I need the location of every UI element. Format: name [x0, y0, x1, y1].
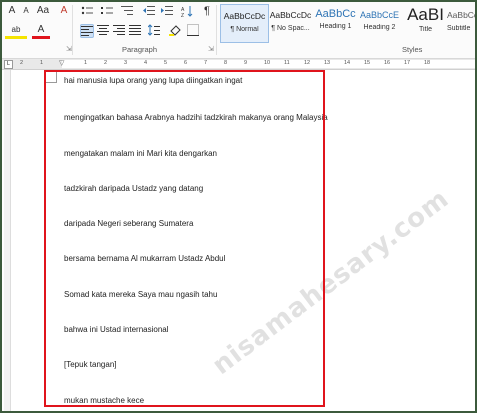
horizontal-ruler[interactable]: L ▽ 2 1 1 2 3 4 5 6 7 8 9 10 11 12 13 14… — [2, 59, 475, 70]
paragraph-dialog-launcher-icon[interactable]: ⇲ — [208, 45, 214, 53]
ruler-number: 1 — [84, 60, 88, 66]
tab-selector-icon[interactable]: L — [4, 60, 13, 69]
ruler-number: 9 — [244, 60, 248, 66]
clear-formatting-button[interactable]: A — [57, 5, 71, 19]
align-center-button[interactable] — [96, 24, 110, 38]
justify-button[interactable] — [128, 24, 142, 38]
shading-button[interactable] — [168, 24, 182, 38]
ruler-number: 2 — [104, 60, 108, 66]
ribbon-separator — [216, 5, 217, 55]
grow-font-button[interactable]: A — [5, 5, 19, 19]
ribbon: A A Aa A ab A AZ ¶ ⇲ Paragraph ⇲ AaBbCcD… — [2, 2, 475, 59]
numbering-icon — [101, 7, 113, 14]
borders-icon — [187, 24, 199, 36]
justify-icon — [129, 25, 141, 35]
show-formatting-button[interactable]: ¶ — [200, 5, 214, 19]
highlight-button[interactable]: ab — [5, 24, 27, 39]
sort-icon: AZ — [181, 6, 193, 19]
svg-text:Z: Z — [181, 13, 184, 17]
ruler-number: 12 — [304, 60, 311, 66]
style-preview: AaBbCcDc — [269, 10, 312, 20]
align-left-button[interactable] — [80, 24, 94, 38]
font-color-button[interactable]: A — [32, 24, 50, 39]
style-name: ¶ No Spac... — [271, 25, 310, 32]
highlight-swatch — [5, 36, 27, 39]
style-name: Heading 2 — [363, 24, 396, 31]
style-preview: AaBbCc — [315, 8, 356, 20]
selection-highlight-box — [44, 70, 325, 407]
ruler-number: 17 — [404, 60, 411, 66]
line-spacing-icon — [147, 24, 160, 36]
style-preview: AaBbCcDc — [223, 11, 266, 21]
align-left-icon — [81, 26, 93, 36]
paragraph-group-label: Paragraph — [122, 45, 158, 54]
style-name: Heading 1 — [319, 23, 352, 30]
multilevel-list-icon — [121, 6, 133, 15]
change-case-button[interactable]: Aa — [33, 5, 53, 19]
font-dialog-launcher-icon[interactable]: ⇲ — [66, 45, 72, 53]
style-normal[interactable]: AaBbCcDc ¶ Normal — [220, 4, 269, 43]
style-heading-1[interactable]: AaBbCc Heading 1 — [312, 4, 359, 41]
font-color-swatch — [32, 36, 50, 39]
decrease-indent-button[interactable] — [142, 5, 156, 19]
indent-marker-icon[interactable]: ▽ — [59, 59, 64, 68]
style-preview: AaBbCcD — [447, 10, 475, 20]
font-color-icon: A — [37, 24, 45, 35]
increase-indent-button[interactable] — [160, 5, 174, 19]
align-right-icon — [113, 25, 125, 35]
ruler-number: 15 — [364, 60, 371, 66]
vertical-ruler — [4, 70, 11, 411]
ruler-number: 10 — [264, 60, 271, 66]
style-no-spacing[interactable]: AaBbCcDc ¶ No Spac... — [267, 4, 314, 41]
numbering-button[interactable] — [100, 5, 114, 19]
shading-icon — [169, 25, 181, 36]
style-heading-2[interactable]: AaBbCcE Heading 2 — [356, 4, 403, 41]
ruler-number: 4 — [144, 60, 148, 66]
decrease-indent-icon — [143, 6, 155, 15]
multilevel-list-button[interactable] — [120, 5, 134, 19]
ruler-number: 6 — [184, 60, 188, 66]
ruler-number: 3 — [124, 60, 128, 66]
style-preview: AaBbCcE — [359, 10, 400, 20]
align-center-icon — [97, 25, 109, 35]
word-window: A A Aa A ab A AZ ¶ ⇲ Paragraph ⇲ AaBbCcD… — [0, 0, 477, 413]
highlight-icon: ab — [11, 25, 21, 34]
borders-button[interactable] — [186, 24, 200, 38]
style-name: ¶ Normal — [230, 26, 259, 33]
ruler-number: 11 — [284, 60, 290, 66]
ruler-number: 2 — [20, 60, 24, 66]
style-title[interactable]: AaBI Title — [402, 4, 449, 41]
line-spacing-button[interactable] — [147, 24, 161, 38]
styles-group-label: Styles — [402, 45, 423, 54]
sort-button[interactable]: AZ — [180, 5, 194, 19]
increase-indent-icon — [161, 6, 173, 15]
ruler-number: 8 — [224, 60, 228, 66]
align-right-button[interactable] — [112, 24, 126, 38]
style-name: Subtitle — [447, 25, 471, 32]
ruler-number: 14 — [344, 60, 351, 66]
style-preview: AaBI — [407, 5, 444, 24]
style-subtitle[interactable]: AaBbCcD Subtitle — [447, 4, 475, 41]
bullets-icon — [81, 6, 93, 15]
ruler-number: 18 — [424, 60, 431, 66]
ruler-number: 5 — [164, 60, 168, 66]
ruler-number: 16 — [384, 60, 391, 66]
ruler-number: 7 — [204, 60, 208, 66]
ruler-number: 13 — [324, 60, 331, 66]
ribbon-separator — [72, 5, 73, 55]
shrink-font-button[interactable]: A — [19, 5, 33, 19]
ruler-number: 1 — [40, 60, 44, 66]
bullets-button[interactable] — [80, 5, 94, 19]
style-name: Title — [419, 26, 432, 33]
